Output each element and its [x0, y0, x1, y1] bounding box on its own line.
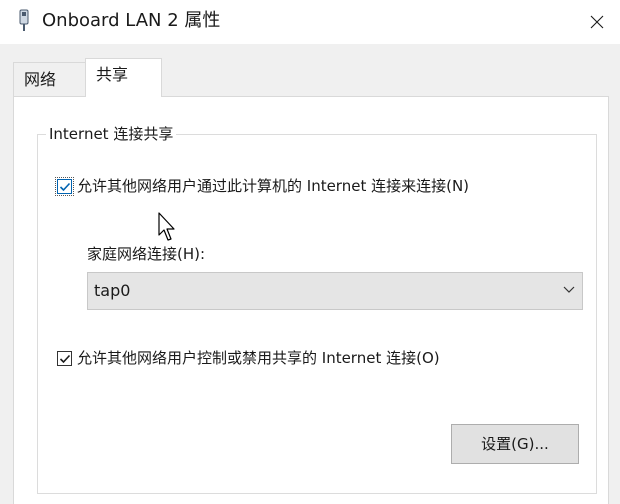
title-bar: Onboard LAN 2 属性 — [0, 0, 620, 44]
allow-share-checkbox[interactable] — [55, 176, 74, 196]
mouse-cursor-icon — [158, 212, 175, 241]
check-icon — [59, 354, 71, 363]
internet-sharing-group: Internet 连接共享 允许其他网络用户通过此计算机的 Internet 连… — [37, 124, 597, 494]
properties-window: Onboard LAN 2 属性 网络 共享 Internet 连接共享 允许其… — [0, 0, 620, 504]
group-title: Internet 连接共享 — [46, 124, 177, 144]
check-icon — [59, 182, 71, 191]
settings-button[interactable]: 设置(G)... — [451, 424, 579, 464]
window-title: Onboard LAN 2 属性 — [42, 10, 221, 31]
home-network-label: 家庭网络连接(H): — [87, 245, 206, 263]
sharing-tab-panel: Internet 连接共享 允许其他网络用户通过此计算机的 Internet 连… — [13, 96, 609, 504]
allow-share-label: 允许其他网络用户通过此计算机的 Internet 连接来连接(N) — [77, 177, 470, 195]
allow-control-checkbox[interactable] — [57, 350, 72, 366]
home-network-value: tap0 — [94, 281, 131, 300]
network-adapter-icon — [19, 9, 29, 31]
tab-sharing[interactable]: 共享 — [85, 58, 162, 97]
allow-control-row[interactable]: 允许其他网络用户控制或禁用共享的 Internet 连接(O) — [57, 348, 440, 368]
allow-control-label: 允许其他网络用户控制或禁用共享的 Internet 连接(O) — [77, 349, 440, 367]
close-button[interactable] — [574, 0, 620, 44]
allow-share-row[interactable]: 允许其他网络用户通过此计算机的 Internet 连接来连接(N) — [55, 176, 470, 196]
close-icon — [590, 15, 604, 29]
tab-network[interactable]: 网络 — [13, 62, 86, 96]
home-network-select[interactable]: tap0 — [87, 272, 583, 310]
chevron-down-icon — [563, 286, 575, 293]
tab-area: 网络 共享 Internet 连接共享 允许其他网络用户通过此计算机的 Inte… — [0, 44, 620, 504]
